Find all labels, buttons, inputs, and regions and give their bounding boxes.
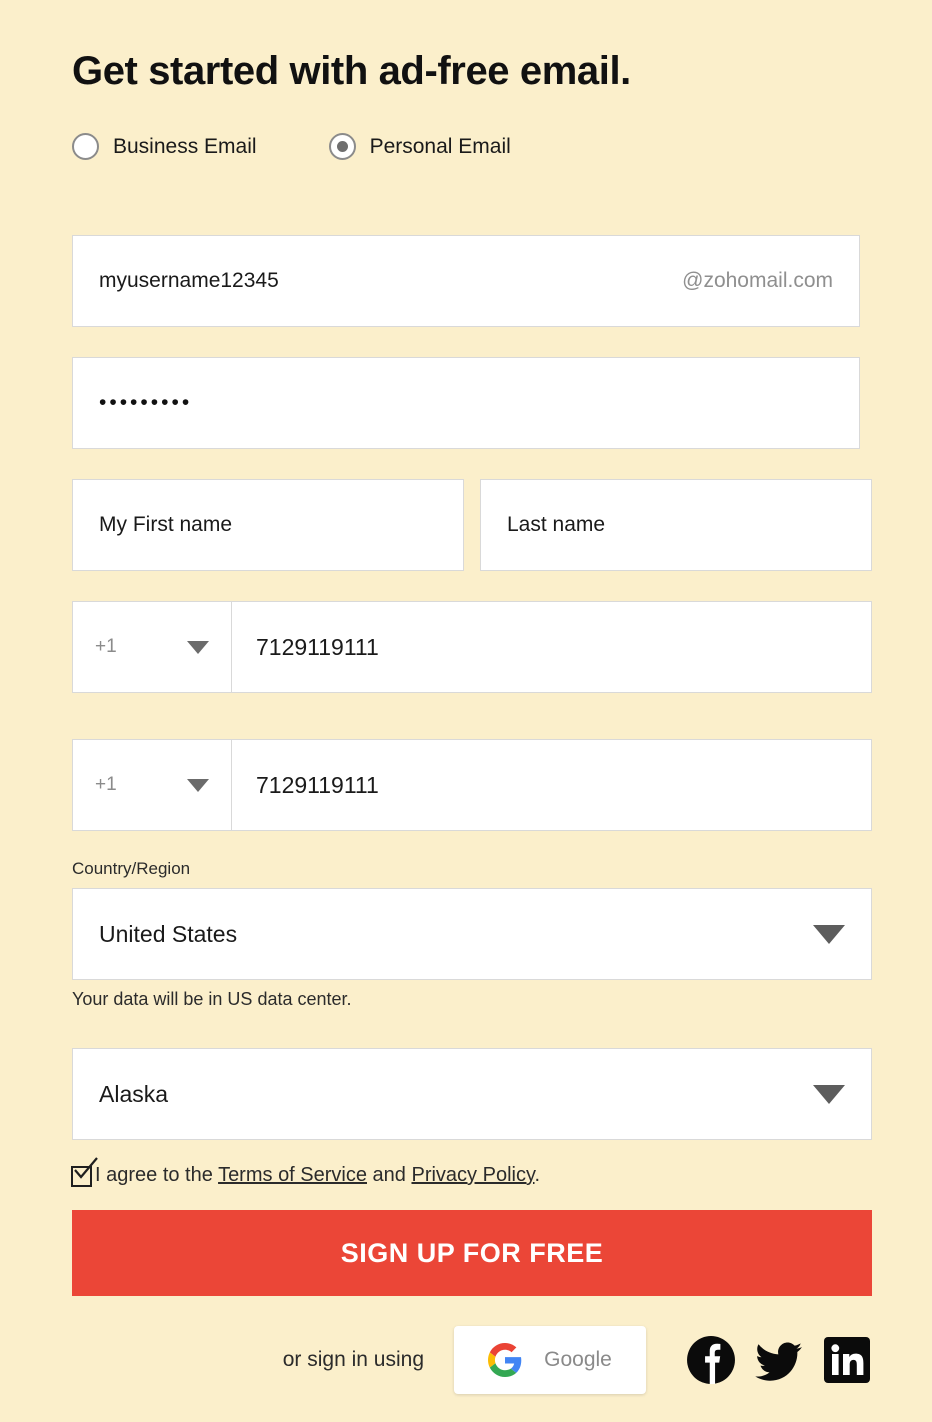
first-name-input[interactable]: My First name xyxy=(72,479,464,571)
country-region-label: Country/Region xyxy=(72,859,191,878)
radio-label-personal-email: Personal Email xyxy=(369,134,511,158)
phone-primary-country-code-select[interactable]: +1 xyxy=(72,601,232,693)
terms-suffix: . xyxy=(534,1164,541,1186)
password-masked-value: ••••••••• xyxy=(99,391,193,414)
google-icon xyxy=(488,1343,522,1377)
radio-circle-business-icon xyxy=(72,133,99,160)
terms-agreement-text: I agree to the Terms of Service and Priv… xyxy=(95,1163,540,1187)
terms-agreement-row: I agree to the Terms of Service and Priv… xyxy=(71,1157,540,1188)
terms-checkbox[interactable] xyxy=(71,1157,98,1188)
phone-primary-country-code-value: +1 xyxy=(95,636,117,657)
radio-option-personal-email[interactable]: Personal Email xyxy=(328,133,511,160)
terms-middle: and xyxy=(367,1164,412,1186)
radio-selected-dot-icon xyxy=(336,141,348,152)
radio-label-business-email: Business Email xyxy=(113,134,257,158)
terms-of-service-link[interactable]: Terms of Service xyxy=(218,1164,367,1186)
radio-circle-personal-icon xyxy=(328,133,356,160)
phone-secondary-number-input[interactable]: 7129119111 xyxy=(232,739,872,831)
phone-primary-number-input[interactable]: 7129119111 xyxy=(232,601,872,693)
google-signin-label: Google xyxy=(544,1348,612,1371)
facebook-icon xyxy=(687,1336,735,1384)
phone-primary-group: +1 7129119111 xyxy=(72,601,872,693)
state-value: Alaska xyxy=(99,1080,169,1107)
country-region-select[interactable]: United States xyxy=(72,888,872,980)
account-type-radio-group: Business Email Personal Email xyxy=(72,133,511,160)
state-select[interactable]: Alaska xyxy=(72,1048,872,1140)
last-name-input[interactable]: Last name xyxy=(480,479,872,571)
phone-secondary-number-value: 7129119111 xyxy=(256,771,379,798)
social-signin-label: or sign in using xyxy=(282,1348,424,1371)
chevron-down-icon xyxy=(813,924,845,944)
phone-primary-number-value: 7129119111 xyxy=(256,633,379,660)
country-region-value: United States xyxy=(99,920,238,947)
linkedin-icon xyxy=(824,1337,870,1383)
last-name-value: Last name xyxy=(507,513,606,536)
terms-prefix: I agree to the xyxy=(95,1164,219,1186)
social-signin-row: or sign in using Google xyxy=(72,1320,872,1400)
facebook-signin-button[interactable] xyxy=(686,1335,736,1385)
checkmark-icon xyxy=(74,1157,98,1179)
google-signin-button[interactable]: Google xyxy=(454,1326,646,1394)
twitter-signin-button[interactable] xyxy=(754,1335,804,1385)
linkedin-signin-button[interactable] xyxy=(822,1335,872,1385)
privacy-policy-link[interactable]: Privacy Policy xyxy=(411,1164,534,1186)
username-input[interactable]: myusername12345 @zohomail.com xyxy=(72,235,860,327)
twitter-icon xyxy=(755,1342,802,1381)
sign-up-button[interactable]: SIGN UP FOR FREE xyxy=(72,1210,872,1296)
radio-option-business-email[interactable]: Business Email xyxy=(72,133,257,160)
phone-secondary-country-code-select[interactable]: +1 xyxy=(72,739,232,831)
first-name-value: My First name xyxy=(99,513,233,536)
signup-page: Get started with ad-free email. Business… xyxy=(0,0,932,1422)
page-title: Get started with ad-free email. xyxy=(72,48,631,93)
password-input[interactable]: ••••••••• xyxy=(72,357,860,449)
phone-secondary-country-code-value: +1 xyxy=(95,774,117,795)
username-value: myusername12345 xyxy=(99,269,279,292)
username-domain-suffix: @zohomail.com xyxy=(682,269,833,292)
chevron-down-icon xyxy=(187,778,209,792)
chevron-down-icon xyxy=(813,1084,845,1104)
chevron-down-icon xyxy=(187,640,209,654)
data-center-note: Your data will be in US data center. xyxy=(72,989,352,1009)
phone-secondary-group: +1 7129119111 xyxy=(72,739,872,831)
